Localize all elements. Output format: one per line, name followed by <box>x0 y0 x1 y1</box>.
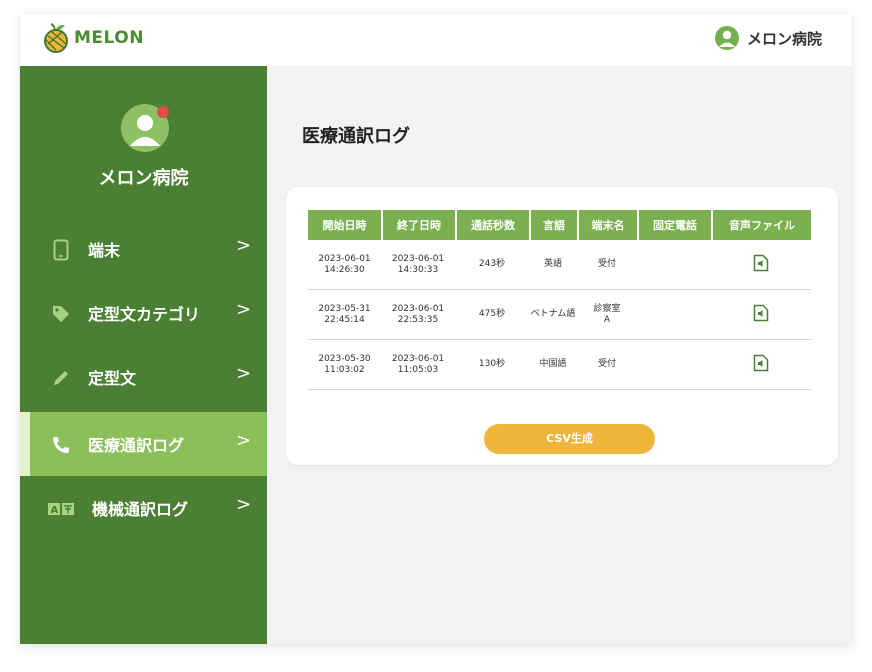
phone-icon <box>50 434 72 456</box>
tablet-icon <box>50 239 72 261</box>
logo-text: MELON <box>74 28 144 48</box>
profile-name: メロン病院 <box>98 168 189 189</box>
notification-dot <box>157 106 169 118</box>
sidebar: メロン病院 端末 > 定型文カテゴリ > 定型文 > 医療通訳ログ > A 機械… <box>20 66 267 644</box>
duration-cell: 243秒 <box>455 240 529 290</box>
table-row: 2023-06-01 14:26:30 2023-06-01 14:30:33 24… <box>308 240 811 290</box>
audio-file-cell <box>711 240 811 290</box>
duration-cell: 130秒 <box>455 340 529 390</box>
app-window: MELON メロン病院 メロン病院 端末 > 定型文カテゴリ > 定型文 > 医… <box>20 14 852 644</box>
language-cell: ベトナム語 <box>529 290 577 340</box>
tag-icon <box>50 303 72 325</box>
table-header-row: 開始日時 終了日時 通話秒数 言語 端末名 固定電話 音声ファイル <box>308 210 811 240</box>
audio-file-cell <box>711 340 811 390</box>
sidebar-item-machine-log[interactable]: A 機械通訳ログ > <box>20 476 267 540</box>
column-header: 開始日時 <box>308 210 381 240</box>
sidebar-item-label: 医療通訳ログ <box>88 436 185 455</box>
sidebar-item-devices[interactable]: 端末 > <box>20 217 267 281</box>
language-cell: 英語 <box>529 240 577 290</box>
log-card: 開始日時 終了日時 通話秒数 言語 端末名 固定電話 音声ファイル 2023-0… <box>286 187 838 465</box>
log-table: 開始日時 終了日時 通話秒数 言語 端末名 固定電話 音声ファイル 2023-0… <box>308 210 811 390</box>
end-datetime-cell: 2023-06-01 11:05:03 <box>381 340 455 390</box>
chevron-right-icon: > <box>236 430 252 451</box>
column-header: 通話秒数 <box>455 210 529 240</box>
chevron-right-icon: > <box>236 299 252 320</box>
sidebar-item-phrase-categories[interactable]: 定型文カテゴリ > <box>20 281 267 345</box>
column-header: 固定電話 <box>637 210 711 240</box>
column-header: 音声ファイル <box>711 210 811 240</box>
sidebar-item-label: 定型文 <box>88 369 137 388</box>
landline-cell <box>637 240 711 290</box>
landline-cell <box>637 290 711 340</box>
sidebar-item-label: 端末 <box>88 241 121 260</box>
end-datetime-cell: 2023-06-01 14:30:33 <box>381 240 455 290</box>
sidebar-item-label: 定型文カテゴリ <box>88 305 201 324</box>
header-user-menu[interactable]: メロン病院 <box>714 26 822 50</box>
device-cell: 受付 <box>577 240 637 290</box>
start-datetime-cell: 2023-06-01 14:26:30 <box>308 240 381 290</box>
device-cell: 診察室 A <box>577 290 637 340</box>
column-header: 言語 <box>529 210 577 240</box>
chevron-right-icon: > <box>236 235 252 256</box>
header-user-name: メロン病院 <box>746 29 822 48</box>
audio-file-icon[interactable] <box>753 304 769 322</box>
sidebar-item-label: 機械通訳ログ <box>92 500 189 519</box>
csv-generate-button[interactable]: CSV生成 <box>484 424 655 454</box>
audio-file-icon[interactable] <box>753 354 769 372</box>
melon-logo-icon <box>42 22 72 54</box>
table-row: 2023-05-31 22:45:14 2023-06-01 22:53:35 47… <box>308 290 811 340</box>
column-header: 終了日時 <box>381 210 455 240</box>
chevron-right-icon: > <box>236 363 252 384</box>
table-row: 2023-05-30 11:03:02 2023-06-01 11:05:03 13… <box>308 340 811 390</box>
end-datetime-cell: 2023-06-01 22:53:35 <box>381 290 455 340</box>
pencil-icon <box>50 367 72 389</box>
column-header: 端末名 <box>577 210 637 240</box>
page-title: 医療通訳ログ <box>302 126 410 147</box>
user-avatar-icon <box>714 26 739 50</box>
svg-text:A: A <box>51 505 59 516</box>
duration-cell: 475秒 <box>455 290 529 340</box>
audio-file-icon[interactable] <box>753 254 769 272</box>
start-datetime-cell: 2023-05-30 11:03:02 <box>308 340 381 390</box>
landline-cell <box>637 340 711 390</box>
translate-icon: A <box>48 498 76 520</box>
sidebar-item-medical-log[interactable]: 医療通訳ログ > <box>20 412 267 476</box>
device-cell: 受付 <box>577 340 637 390</box>
top-header: MELON メロン病院 <box>20 14 852 66</box>
language-cell: 中国語 <box>529 340 577 390</box>
melon-logo[interactable]: MELON <box>42 22 144 54</box>
audio-file-cell <box>711 290 811 340</box>
chevron-right-icon: > <box>236 494 252 515</box>
sidebar-item-phrases[interactable]: 定型文 > <box>20 345 267 409</box>
start-datetime-cell: 2023-05-31 22:45:14 <box>308 290 381 340</box>
